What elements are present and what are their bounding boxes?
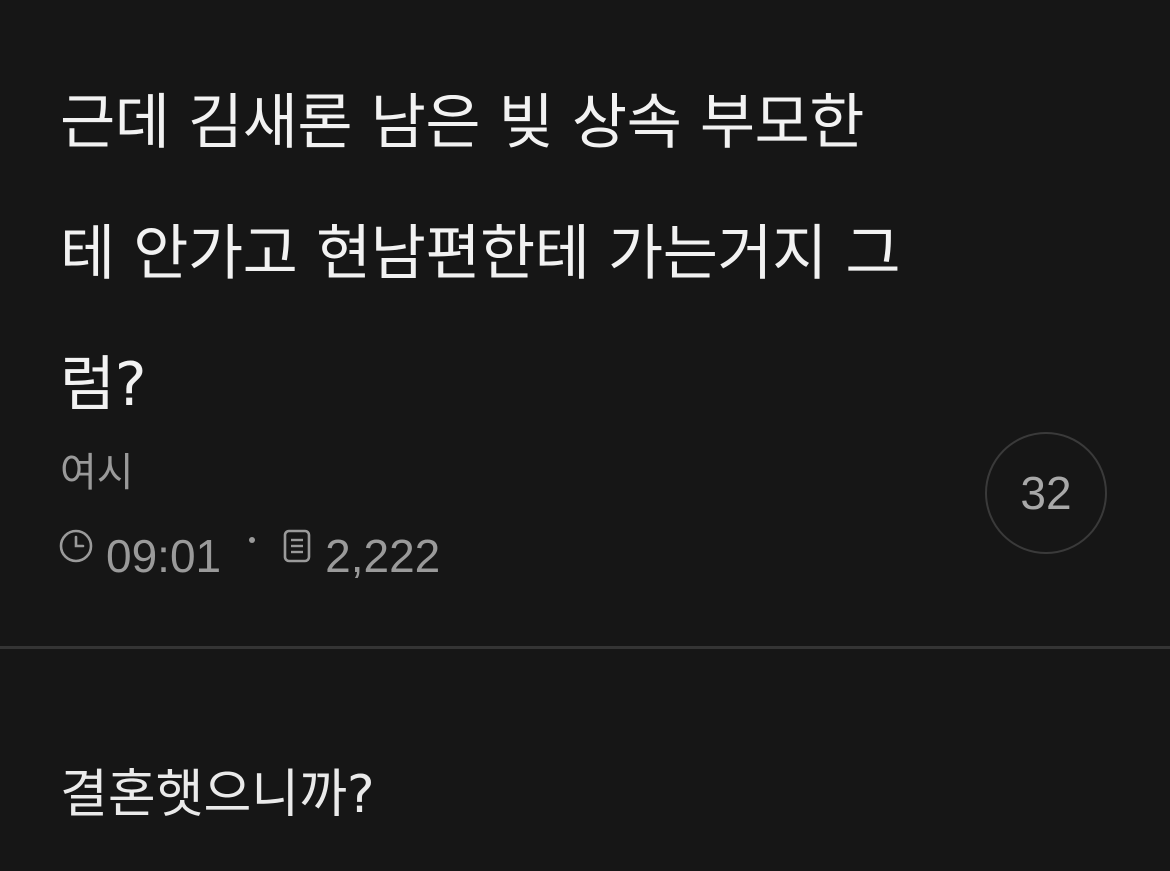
post-title: 근데 김새론 남은 빚 상속 부모한 테 안가고 현남편한테 가는거지 그 럼? xyxy=(60,88,901,420)
author-name[interactable]: 여시 xyxy=(60,447,134,499)
post-body: 결혼햇으니까? xyxy=(60,765,375,825)
post-time: 09:01 xyxy=(106,530,222,582)
document-icon xyxy=(279,528,315,564)
post-meta: 09:01 2,222 xyxy=(58,528,440,584)
divider xyxy=(0,646,1170,649)
separator-dot xyxy=(249,537,256,543)
post-header: 근데 김새론 남은 빚 상속 부모한 테 안가고 현남편한테 가는거지 그 럼?… xyxy=(0,0,1170,648)
clock-icon xyxy=(58,528,94,564)
comment-count-button[interactable]: 32 xyxy=(985,432,1107,554)
view-count: 2,222 xyxy=(325,530,441,582)
